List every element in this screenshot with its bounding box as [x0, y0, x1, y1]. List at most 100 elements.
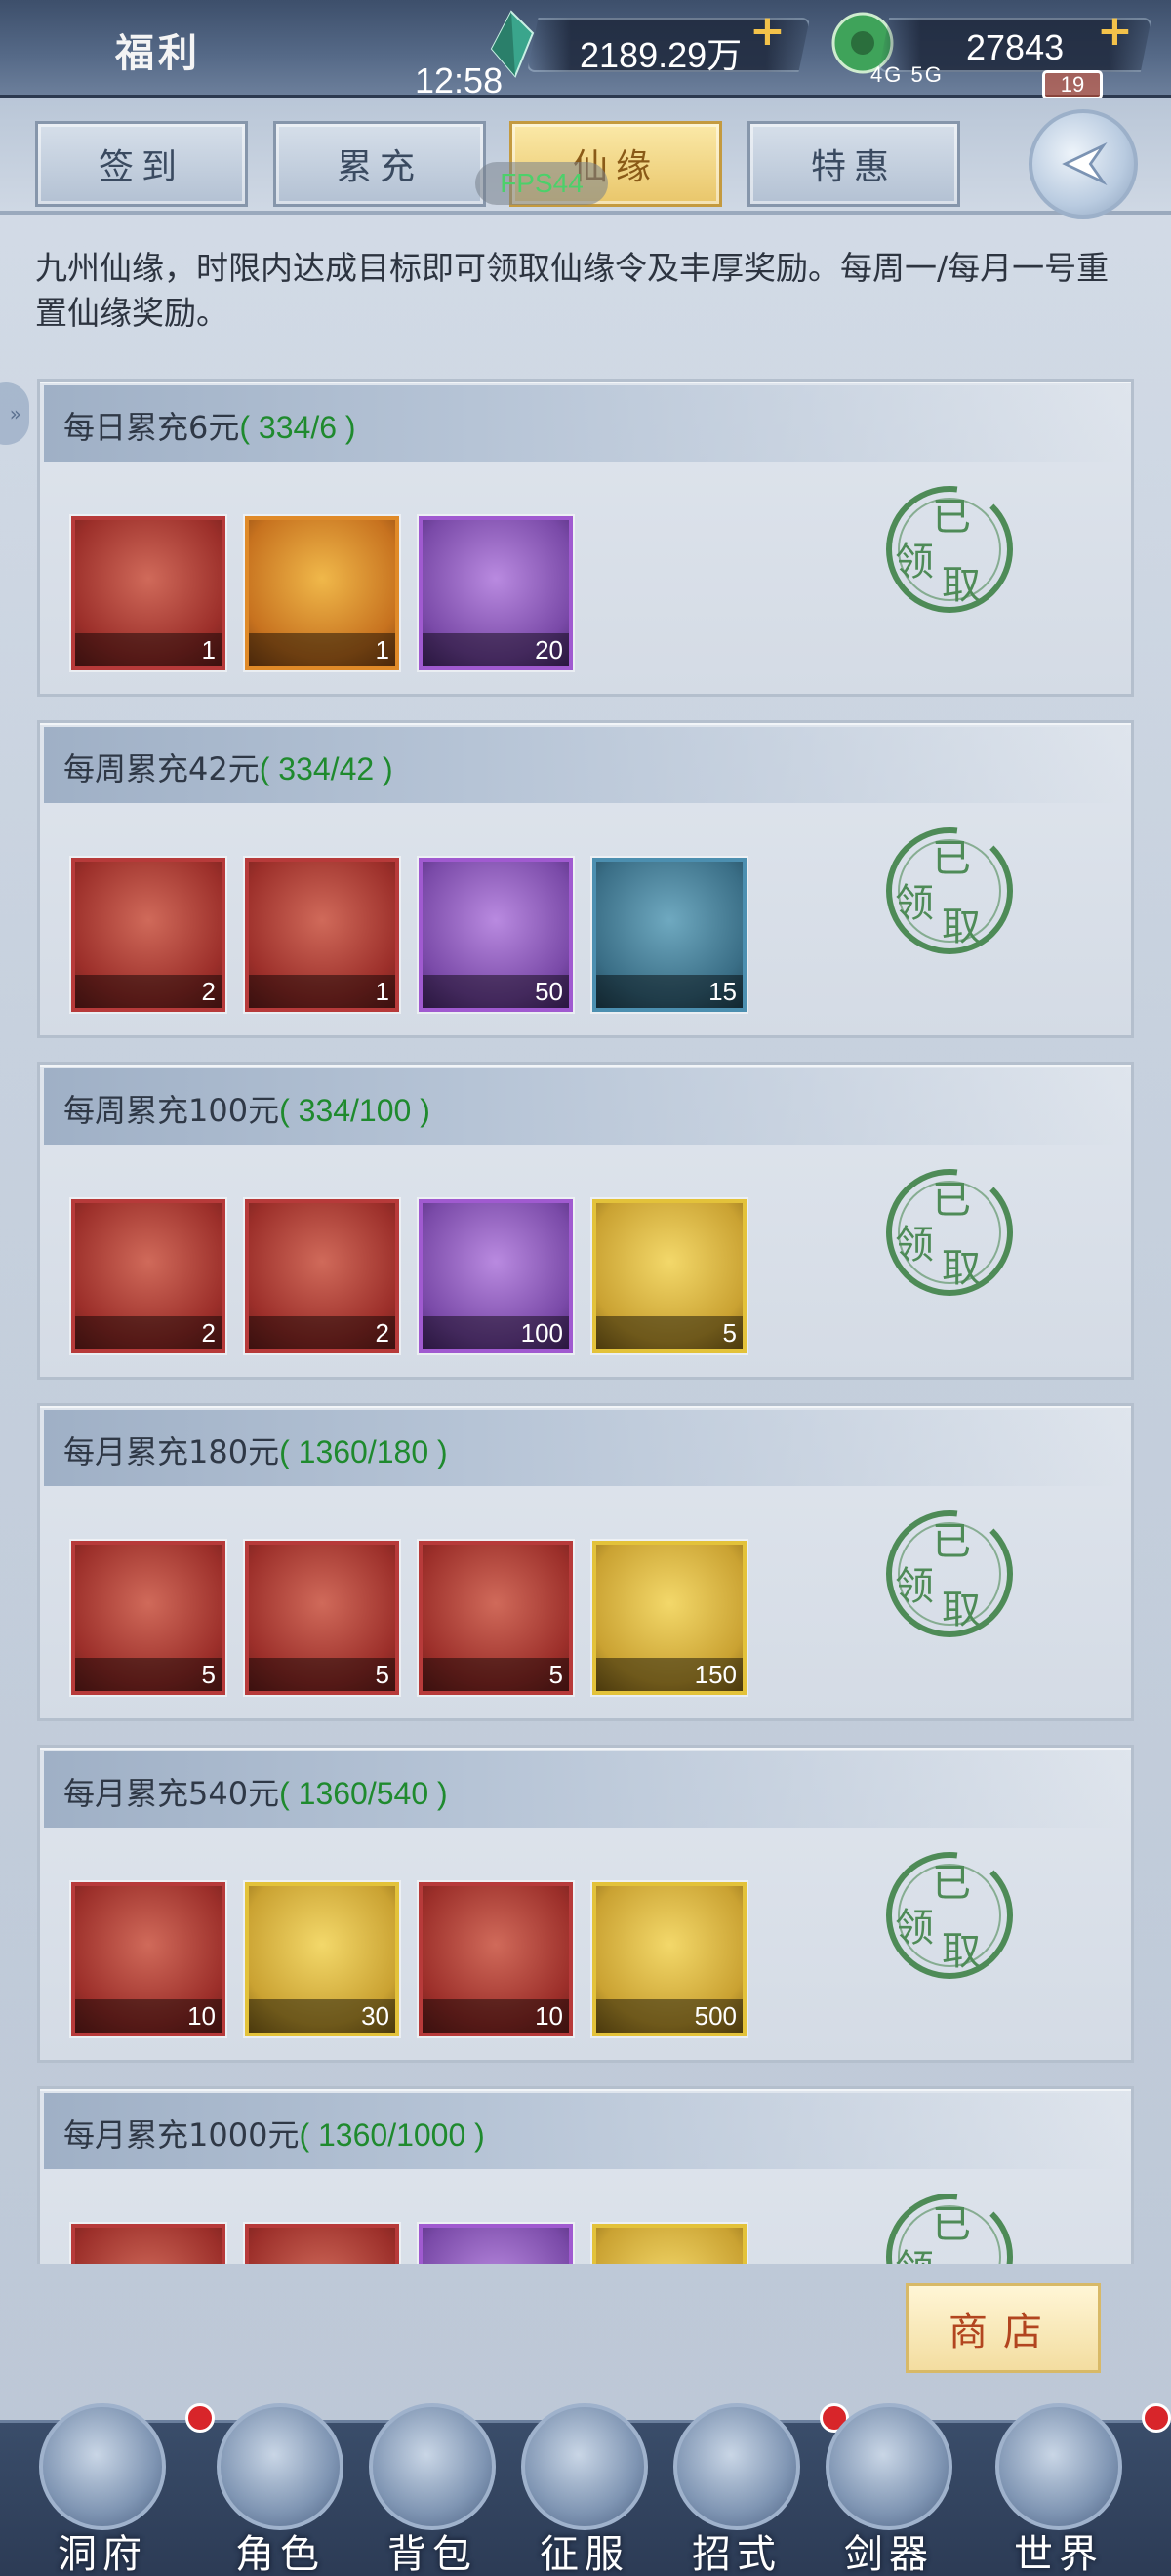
reward-item[interactable]: 100 [419, 1199, 573, 1353]
reward-item[interactable]: 15 [592, 858, 747, 1012]
tab-label: 特惠 [810, 147, 897, 187]
back-button[interactable] [1029, 109, 1138, 219]
reward-card-header: 每月累充180元( 1360/180 ) [44, 1410, 1127, 1486]
reward-item[interactable]: 10 [71, 1882, 225, 2036]
spirit-stone-value: 2189.29万 [580, 35, 743, 75]
reward-item[interactable]: 10 [419, 1882, 573, 2036]
page-title: 福利 [115, 31, 201, 76]
tab-special-offer[interactable]: 特惠 [747, 121, 960, 207]
nav-label: 世界 [1014, 2532, 1104, 2576]
reward-item[interactable]: 1 [245, 858, 399, 1012]
jade-value: 27843 [966, 27, 1065, 67]
nav-item-crossed-swords[interactable]: 征服 [511, 2403, 658, 2576]
reward-card-header: 每日累充6元( 334/6 ) [44, 385, 1127, 462]
reward-item-count: 2 [249, 1316, 395, 1349]
reward-item-count: 1 [249, 975, 395, 1008]
nav-label: 征服 [540, 2532, 629, 2576]
reward-item-count: 20 [423, 633, 569, 666]
reward-goal-text: 每月累充540元 [63, 1775, 280, 1812]
reward-item-icon [249, 2228, 395, 2264]
reward-card: 每月累充540元( 1360/540 ) 10 30 10 500 已领取 [37, 1745, 1134, 2063]
reward-progress: ( 334/6 ) [239, 410, 356, 445]
shop-button[interactable]: 商店 [906, 2283, 1101, 2373]
reward-item[interactable]: 150 [592, 1541, 747, 1695]
reward-item[interactable]: 1 [71, 516, 225, 670]
network-status: 4G 5G [870, 62, 944, 87]
reward-item[interactable]: 5 [592, 1199, 747, 1353]
add-spirit-stone-button[interactable]: + [749, 6, 786, 56]
fps-counter: FPS44 [475, 162, 608, 205]
reward-item[interactable]: 1 [245, 516, 399, 670]
nav-item-scroll[interactable]: 招式 [664, 2403, 849, 2576]
reward-item[interactable] [592, 2224, 747, 2264]
backpack-icon [369, 2403, 496, 2530]
nav-label: 背包 [387, 2532, 477, 2576]
nav-item-cave-dwelling[interactable]: 洞府 [29, 2403, 215, 2576]
reward-item-count: 1 [75, 633, 222, 666]
reward-progress: ( 334/42 ) [259, 751, 393, 786]
reward-item[interactable]: 5 [245, 1541, 399, 1695]
reward-card-header: 每月累充540元( 1360/540 ) [44, 1751, 1127, 1828]
crossed-swords-icon [521, 2403, 648, 2530]
reward-item-icon [75, 2228, 222, 2264]
reward-item[interactable] [71, 2224, 225, 2264]
reward-goal-title: 每周累充42元( 334/42 ) [63, 745, 393, 789]
tab-cumulative-recharge[interactable]: 累充 [273, 121, 486, 207]
claimed-char: 已 [932, 495, 971, 540]
reward-item[interactable]: 50 [419, 858, 573, 1012]
reward-item-count: 5 [249, 1658, 395, 1691]
reward-item[interactable]: 30 [245, 1882, 399, 2036]
reward-item[interactable]: 2 [245, 1199, 399, 1353]
world-map-icon [995, 2403, 1122, 2530]
reward-items: 5 5 5 150 [71, 1541, 747, 1695]
reward-goal-title: 每日累充6元( 334/6 ) [63, 403, 356, 448]
reward-items: 10 30 10 500 [71, 1882, 747, 2036]
claimed-char: 取 [942, 1929, 981, 1974]
claimed-char: 领 [895, 881, 934, 926]
reward-item-count: 50 [423, 975, 569, 1008]
sword-forge-icon [826, 2403, 952, 2530]
reward-goal-text: 每月累充180元 [63, 1433, 280, 1470]
claimed-char: 领 [895, 2237, 934, 2264]
reward-progress: ( 334/100 ) [279, 1093, 430, 1128]
shop-button-label: 商店 [949, 2310, 1058, 2355]
nav-item-character[interactable]: 角色 [207, 2403, 353, 2576]
reward-goal-title: 每周累充100元( 334/100 ) [63, 1086, 430, 1131]
nav-item-sword-forge[interactable]: 剑器 [816, 2403, 962, 2576]
reward-goal-title: 每月累充180元( 1360/180 ) [63, 1428, 448, 1472]
reward-progress: ( 1360/1000 ) [299, 2117, 485, 2153]
reward-items [71, 2224, 747, 2264]
claimed-char: 领 [895, 1223, 934, 1268]
reward-item[interactable]: 2 [71, 858, 225, 1012]
nav-label: 洞府 [58, 2532, 147, 2576]
reward-list[interactable]: 每日累充6元( 334/6 ) 1 1 20 已领取每周累充42元( 334/42 ) 2… [0, 371, 1171, 2264]
reward-card: 每月累充180元( 1360/180 ) 5 5 5 150 已领取 [37, 1403, 1134, 1721]
add-jade-button[interactable]: + [1097, 6, 1133, 56]
nav-item-backpack[interactable]: 背包 [359, 2403, 505, 2576]
claimed-char: 已 [932, 2202, 971, 2247]
reward-item[interactable]: 20 [419, 516, 573, 670]
reward-item[interactable] [245, 2224, 399, 2264]
reward-card-header: 每周累充42元( 334/42 ) [44, 727, 1127, 803]
reward-item-count: 5 [596, 1316, 743, 1349]
reward-item-icon [596, 2228, 743, 2264]
tab-sign-in[interactable]: 签到 [35, 121, 248, 207]
reward-item-count: 2 [75, 975, 222, 1008]
claimed-char: 已 [932, 1519, 971, 1564]
nav-item-world-map[interactable]: 世界 [986, 2403, 1171, 2576]
claimed-char: 已 [932, 1861, 971, 1906]
reward-item-count: 15 [596, 975, 743, 1008]
reward-item[interactable] [419, 2224, 573, 2264]
reward-item-count: 30 [249, 1999, 395, 2033]
nav-label: 角色 [235, 2532, 325, 2576]
reward-item[interactable]: 5 [71, 1541, 225, 1695]
reward-item[interactable]: 2 [71, 1199, 225, 1353]
nav-label: 招式 [692, 2532, 782, 2576]
reward-item[interactable]: 500 [592, 1882, 747, 2036]
reward-item[interactable]: 5 [419, 1541, 573, 1695]
reward-item-count: 150 [596, 1658, 743, 1691]
claimed-stamp: 已领取 [881, 2189, 1018, 2264]
reward-item-count: 100 [423, 1316, 569, 1349]
nav-label: 剑器 [844, 2532, 934, 2576]
claimed-char: 领 [895, 540, 934, 584]
